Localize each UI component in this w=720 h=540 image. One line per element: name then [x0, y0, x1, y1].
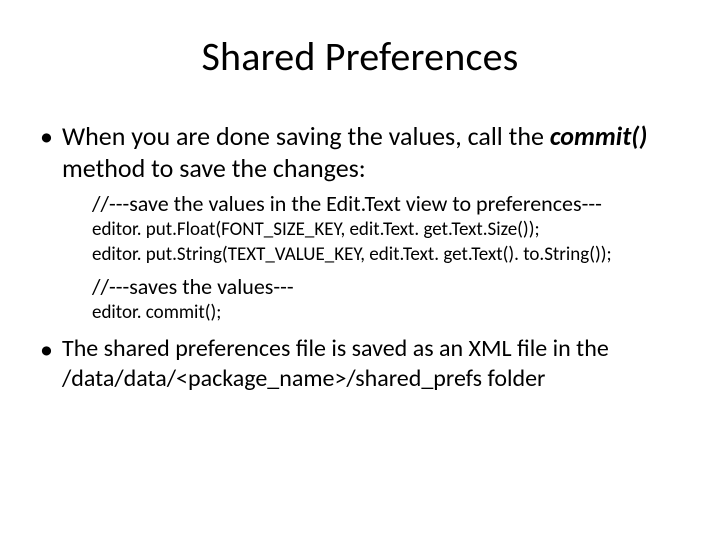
bullet-1-bold: commit() [550, 120, 648, 152]
code1-comment: //---save the values in the Edit.Text vi… [92, 190, 684, 218]
slide: Shared Preferences When you are done sav… [0, 0, 720, 540]
bullet-item-1: When you are done saving the values, cal… [36, 121, 684, 326]
bullet-1-post: method to save the changes: [62, 152, 366, 184]
slide-title: Shared Preferences [36, 32, 684, 81]
bullet-1-text: When you are done saving the values, cal… [62, 121, 684, 184]
code2-line1: editor. commit(); [92, 301, 684, 326]
bullet-list: When you are done saving the values, cal… [36, 121, 684, 394]
code-block-1: //---save the values in the Edit.Text vi… [92, 190, 684, 267]
code2-comment: //---saves the values--- [92, 273, 684, 301]
bullet-item-2: The shared preferences file is saved as … [36, 334, 684, 394]
bullet-1-pre: When you are done saving the values, cal… [62, 120, 550, 152]
code1-line2: editor. put.String(TEXT_VALUE_KEY, edit.… [92, 243, 684, 268]
bullet-2-text: The shared preferences file is saved as … [62, 334, 684, 394]
code1-line1: editor. put.Float(FONT_SIZE_KEY, edit.Te… [92, 218, 684, 243]
code-block-2: //---saves the values--- editor. commit(… [92, 273, 684, 325]
